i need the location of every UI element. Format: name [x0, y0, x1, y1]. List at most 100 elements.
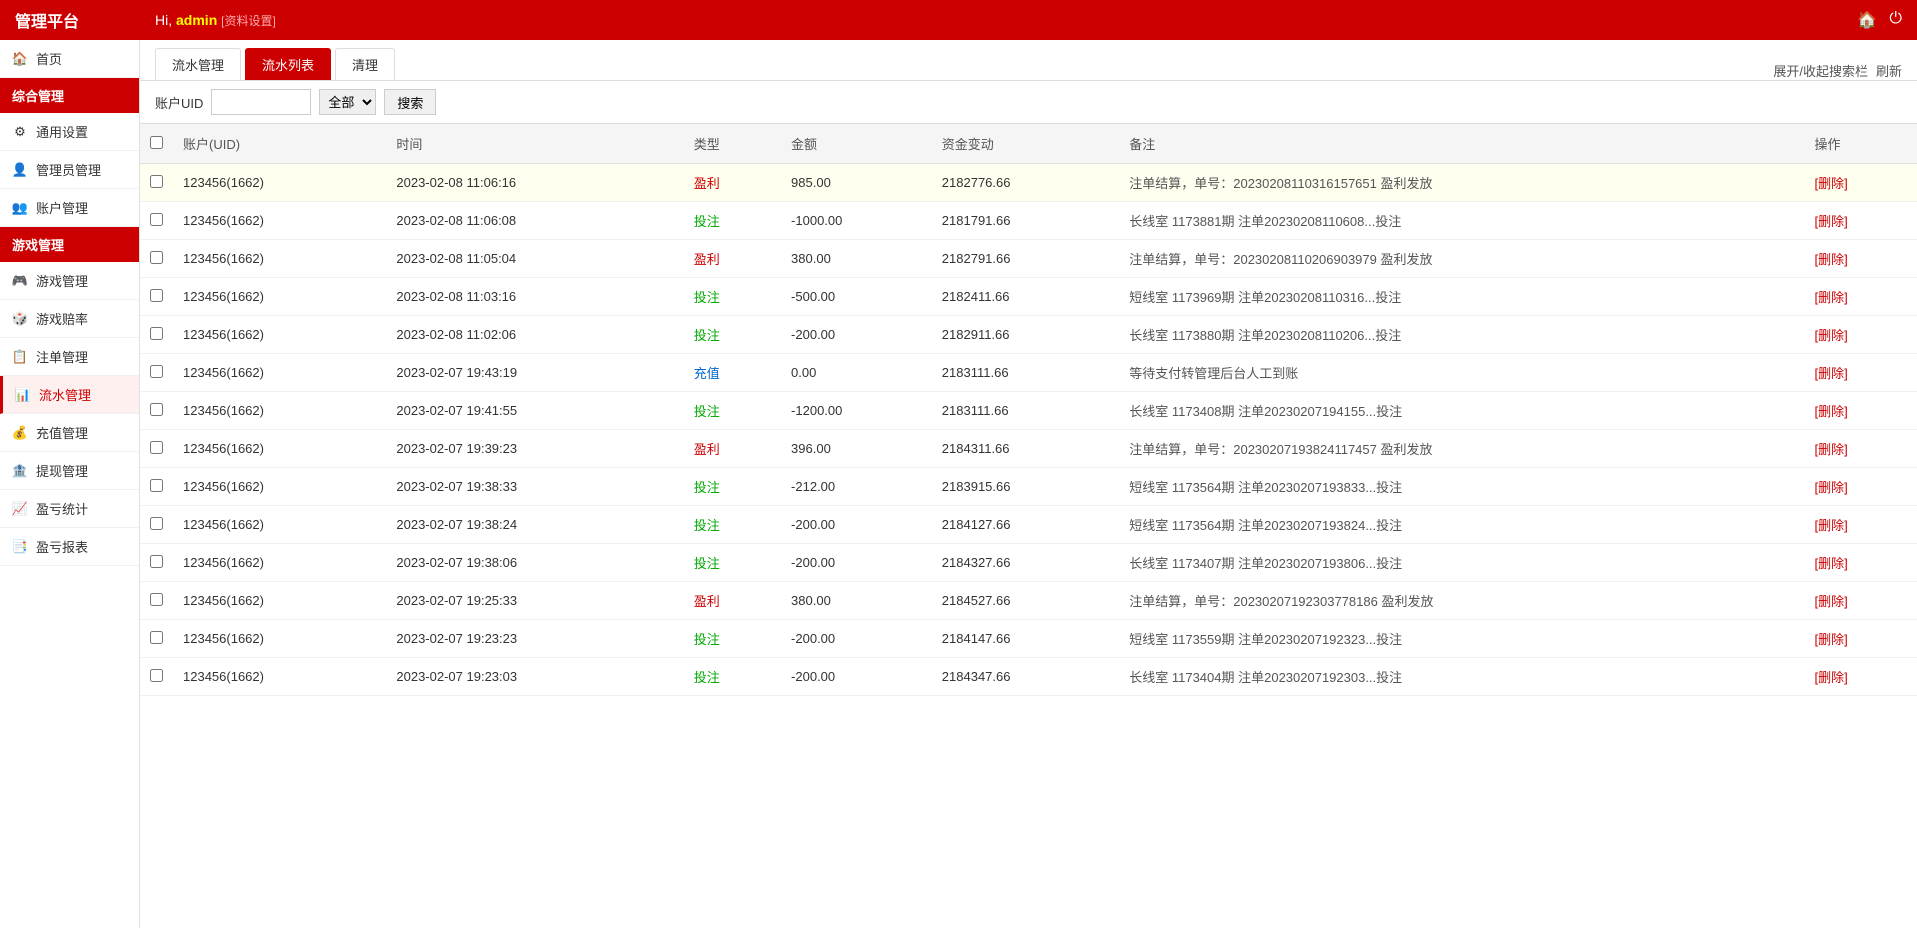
- header-amount: 金额: [781, 124, 932, 164]
- tab-clear[interactable]: 清理: [335, 48, 395, 80]
- sidebar-item-flow-management[interactable]: 📊 流水管理: [0, 376, 139, 414]
- row-checkbox[interactable]: [150, 479, 163, 492]
- sidebar-item-order-management[interactable]: 📋 注单管理: [0, 338, 139, 376]
- row-time: 2023-02-08 11:03:16: [386, 278, 683, 316]
- table-body: 123456(1662) 2023-02-08 11:06:16 盈利 985.…: [140, 164, 1917, 696]
- row-checkbox-cell: [140, 582, 173, 620]
- row-checkbox[interactable]: [150, 403, 163, 416]
- sidebar-item-lottery-stats[interactable]: 📈 盈亏统计: [0, 490, 139, 528]
- row-balance: 2184311.66: [932, 430, 1119, 468]
- delete-link[interactable]: [删除]: [1814, 556, 1847, 571]
- row-checkbox[interactable]: [150, 175, 163, 188]
- row-type: 充值: [684, 354, 781, 392]
- row-checkbox[interactable]: [150, 441, 163, 454]
- recharge-icon: 💰: [12, 425, 28, 441]
- delete-link[interactable]: [删除]: [1814, 518, 1847, 533]
- sidebar: 🏠 首页 综合管理 ⚙ 通用设置 👤 管理员管理 👥 账户管理 游戏管理 🎮 游…: [0, 40, 140, 928]
- row-checkbox[interactable]: [150, 289, 163, 302]
- delete-link[interactable]: [删除]: [1814, 404, 1847, 419]
- delete-link[interactable]: [删除]: [1814, 366, 1847, 381]
- row-action: [删除]: [1804, 164, 1917, 202]
- row-checkbox[interactable]: [150, 251, 163, 264]
- row-action: [删除]: [1804, 240, 1917, 278]
- admin-name: admin: [176, 12, 217, 28]
- tab-clear-label: 清理: [352, 58, 378, 73]
- refresh-button[interactable]: 刷新: [1876, 61, 1902, 80]
- table-row: 123456(1662) 2023-02-07 19:41:55 投注 -120…: [140, 392, 1917, 430]
- delete-link[interactable]: [删除]: [1814, 594, 1847, 609]
- row-checkbox[interactable]: [150, 593, 163, 606]
- sidebar-item-general-settings[interactable]: ⚙ 通用设置: [0, 113, 139, 151]
- search-button[interactable]: 搜索: [384, 89, 436, 115]
- tab-bar: 流水管理 流水列表 清理 展开/收起搜索栏 刷新: [140, 40, 1917, 81]
- row-checkbox-cell: [140, 316, 173, 354]
- sidebar-item-account-management[interactable]: 👥 账户管理: [0, 189, 139, 227]
- row-checkbox[interactable]: [150, 669, 163, 682]
- delete-link[interactable]: [删除]: [1814, 252, 1847, 267]
- expand-collapse-button[interactable]: 展开/收起搜索栏: [1773, 61, 1868, 80]
- row-checkbox[interactable]: [150, 327, 163, 340]
- delete-link[interactable]: [删除]: [1814, 176, 1847, 191]
- select-all-checkbox[interactable]: [150, 136, 163, 149]
- sidebar-order-management-label: 注单管理: [36, 347, 88, 366]
- sidebar-item-recharge-management[interactable]: 💰 充值管理: [0, 414, 139, 452]
- profile-link[interactable]: [资料设置]: [221, 14, 276, 28]
- toolbar-right: 展开/收起搜索栏 刷新: [1773, 61, 1902, 80]
- row-checkbox[interactable]: [150, 517, 163, 530]
- row-balance: 2181791.66: [932, 202, 1119, 240]
- row-amount: -1000.00: [781, 202, 932, 240]
- delete-link[interactable]: [删除]: [1814, 442, 1847, 457]
- row-balance: 2184147.66: [932, 620, 1119, 658]
- sidebar-item-game-management[interactable]: 🎮 游戏管理: [0, 262, 139, 300]
- sidebar-item-admin-management[interactable]: 👤 管理员管理: [0, 151, 139, 189]
- row-type: 投注: [684, 316, 781, 354]
- type-select[interactable]: 全部 盈利 投注 充值: [319, 89, 376, 115]
- power-icon[interactable]: ⏻: [1889, 10, 1902, 30]
- delete-link[interactable]: [删除]: [1814, 670, 1847, 685]
- row-action: [删除]: [1804, 506, 1917, 544]
- home-icon: 🏠: [12, 51, 28, 67]
- tab-flow-list-label: 流水列表: [262, 58, 314, 73]
- sidebar-item-game-odds[interactable]: 🎲 游戏赔率: [0, 300, 139, 338]
- row-checkbox-cell: [140, 240, 173, 278]
- row-checkbox[interactable]: [150, 365, 163, 378]
- row-checkbox[interactable]: [150, 213, 163, 226]
- odds-icon: 🎲: [12, 311, 28, 327]
- delete-link[interactable]: [删除]: [1814, 328, 1847, 343]
- delete-link[interactable]: [删除]: [1814, 214, 1847, 229]
- row-uid: 123456(1662): [173, 468, 386, 506]
- row-note: 短线室 1173564期 注单20230207193833...投注: [1119, 468, 1804, 506]
- row-checkbox-cell: [140, 620, 173, 658]
- row-uid: 123456(1662): [173, 392, 386, 430]
- delete-link[interactable]: [删除]: [1814, 290, 1847, 305]
- sidebar-item-withdrawal-management[interactable]: 🏦 提现管理: [0, 452, 139, 490]
- tab-flow-management[interactable]: 流水管理: [155, 48, 241, 80]
- report-icon: 📑: [12, 539, 28, 555]
- table-header: 账户(UID) 时间 类型 金额 资金变动 备注 操作: [140, 124, 1917, 164]
- sidebar-item-lottery-report[interactable]: 📑 盈亏报表: [0, 528, 139, 566]
- logo: 管理平台: [15, 8, 155, 32]
- row-checkbox-cell: [140, 430, 173, 468]
- row-type: 盈利: [684, 582, 781, 620]
- delete-link[interactable]: [删除]: [1814, 480, 1847, 495]
- row-uid: 123456(1662): [173, 202, 386, 240]
- row-checkbox[interactable]: [150, 555, 163, 568]
- row-checkbox[interactable]: [150, 631, 163, 644]
- row-balance: 2184347.66: [932, 658, 1119, 696]
- row-time: 2023-02-07 19:23:23: [386, 620, 683, 658]
- header-time: 时间: [386, 124, 683, 164]
- home-icon[interactable]: 🏠: [1857, 10, 1877, 30]
- row-balance: 2184527.66: [932, 582, 1119, 620]
- row-amount: -200.00: [781, 316, 932, 354]
- row-note: 注单结算，单号：20230207192303778186 盈利发放: [1119, 582, 1804, 620]
- withdrawal-icon: 🏦: [12, 463, 28, 479]
- flow-icon: 📊: [15, 387, 31, 403]
- delete-link[interactable]: [删除]: [1814, 632, 1847, 647]
- uid-input[interactable]: [211, 89, 311, 115]
- row-note: 注单结算，单号：20230208110206903979 盈利发放: [1119, 240, 1804, 278]
- row-amount: -200.00: [781, 658, 932, 696]
- row-type: 盈利: [684, 430, 781, 468]
- sidebar-item-home[interactable]: 🏠 首页: [0, 40, 139, 78]
- row-note: 长线室 1173404期 注单20230207192303...投注: [1119, 658, 1804, 696]
- tab-flow-list[interactable]: 流水列表: [245, 48, 331, 80]
